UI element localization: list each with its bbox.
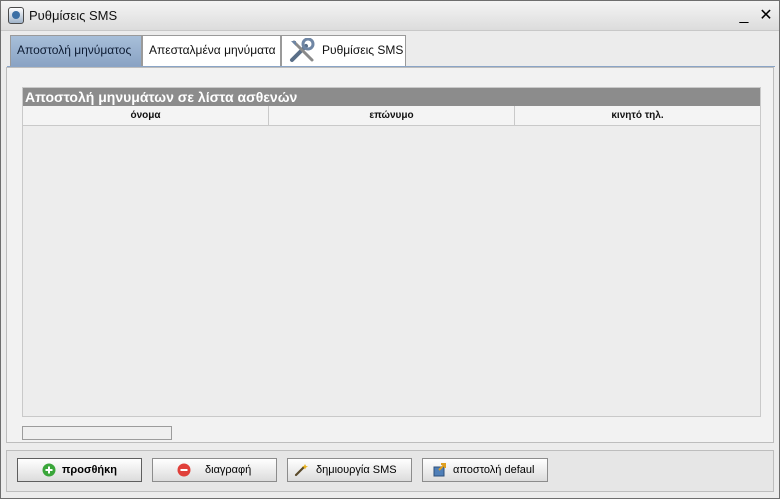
tab-sms-settings[interactable]: Ρυθμίσεις SMS — [281, 35, 406, 66]
create-sms-button[interactable]: δημιουργία SMS — [287, 458, 412, 482]
magic-wand-icon — [294, 464, 308, 477]
minimize-button[interactable]: _ — [734, 6, 754, 26]
column-header-last-name[interactable]: επώνυμο — [269, 106, 515, 125]
progress-bar — [22, 426, 172, 440]
tab-send-message[interactable]: Αποστολή μηνύματος — [10, 35, 142, 66]
close-button[interactable]: ✕ — [756, 6, 776, 26]
app-icon — [8, 7, 24, 24]
grid-header: όνομα επώνυμο κινητό τηλ. — [23, 106, 760, 126]
sms-settings-window: Ρυθμίσεις SMS _ ✕ Αποστολή μηνύματος Απε… — [0, 0, 780, 499]
send-icon — [433, 463, 446, 477]
column-header-first-name[interactable]: όνομα — [23, 106, 269, 125]
tab-sms-settings-label: Ρυθμίσεις SMS — [322, 43, 404, 57]
tools-icon — [290, 38, 315, 62]
send-default-button[interactable]: αποστολή defaul — [422, 458, 548, 482]
title-bar[interactable]: Ρυθμίσεις SMS _ ✕ — [1, 1, 779, 31]
send-default-button-label: αποστολή defaul — [453, 464, 535, 476]
minus-circle-icon — [177, 463, 191, 477]
patient-list-grid[interactable]: Αποστολή μηνυμάτων σε λίστα ασθενών όνομ… — [22, 87, 761, 417]
send-message-panel: Αποστολή μηνυμάτων σε λίστα ασθενών όνομ… — [6, 67, 774, 443]
tab-sent-messages[interactable]: Απεσταλμένα μηνύματα — [142, 35, 281, 66]
column-header-mobile[interactable]: κινητό τηλ. — [515, 106, 760, 125]
grid-title: Αποστολή μηνυμάτων σε λίστα ασθενών — [23, 88, 760, 106]
plus-circle-icon — [42, 463, 56, 477]
delete-button[interactable]: διαγραφή — [152, 458, 277, 482]
delete-button-label: διαγραφή — [205, 464, 252, 476]
add-button[interactable]: προσθήκη — [17, 458, 142, 482]
window-title: Ρυθμίσεις SMS — [29, 8, 118, 23]
action-bar: προσθήκη διαγραφή δημιουργία SMS αποστολ… — [6, 450, 774, 492]
tab-strip: Αποστολή μηνύματος Απεσταλμένα μηνύματα … — [7, 35, 775, 67]
add-button-label: προσθήκη — [62, 464, 117, 476]
create-sms-button-label: δημιουργία SMS — [316, 464, 397, 476]
